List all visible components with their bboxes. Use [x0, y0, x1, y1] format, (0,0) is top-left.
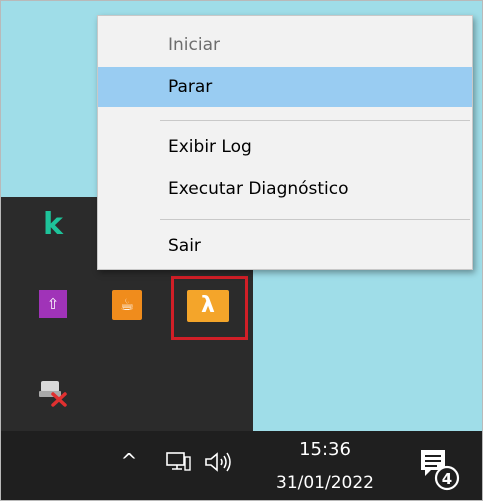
notification-count: 4 [442, 470, 452, 488]
menu-item-label: Parar [168, 77, 213, 97]
menu-item-label: Exibir Log [168, 137, 252, 157]
tray-context-menu: Iniciar Parar Exibir Log Executar Diagnó… [97, 15, 473, 270]
network-monitor-icon[interactable] [165, 451, 191, 473]
clock-time[interactable]: 15:36 [263, 439, 387, 460]
menu-item-executar-diagnostico[interactable]: Executar Diagnóstico [98, 169, 472, 209]
menu-item-sair[interactable]: Sair [98, 226, 472, 266]
menu-item-exibir-log[interactable]: Exibir Log [98, 127, 472, 167]
clock-date[interactable]: 31/01/2022 [263, 473, 387, 493]
kaspersky-k-icon[interactable]: k [35, 207, 71, 243]
selection-highlight-box [171, 276, 248, 340]
menu-item-label: Executar Diagnóstico [168, 179, 349, 199]
speaker-icon[interactable] [203, 450, 235, 474]
menu-item-iniciar[interactable]: Iniciar [98, 25, 472, 65]
java-icon[interactable]: ☕ [112, 290, 142, 320]
screenshot-frame: k ⇧ ☕ λ Iniciar Parar Exibir Log Executa… [0, 0, 483, 501]
notification-icon[interactable]: 4 [415, 446, 463, 492]
network-error-icon[interactable] [35, 376, 71, 408]
purple-app-icon[interactable]: ⇧ [39, 290, 67, 318]
menu-item-label: Iniciar [168, 35, 220, 55]
menu-item-parar[interactable]: Parar [98, 67, 472, 107]
menu-item-label: Sair [168, 236, 201, 256]
chevron-up-icon[interactable]: ^ [119, 451, 139, 471]
menu-separator [160, 219, 470, 220]
menu-separator [160, 120, 470, 121]
taskbar [1, 431, 482, 500]
